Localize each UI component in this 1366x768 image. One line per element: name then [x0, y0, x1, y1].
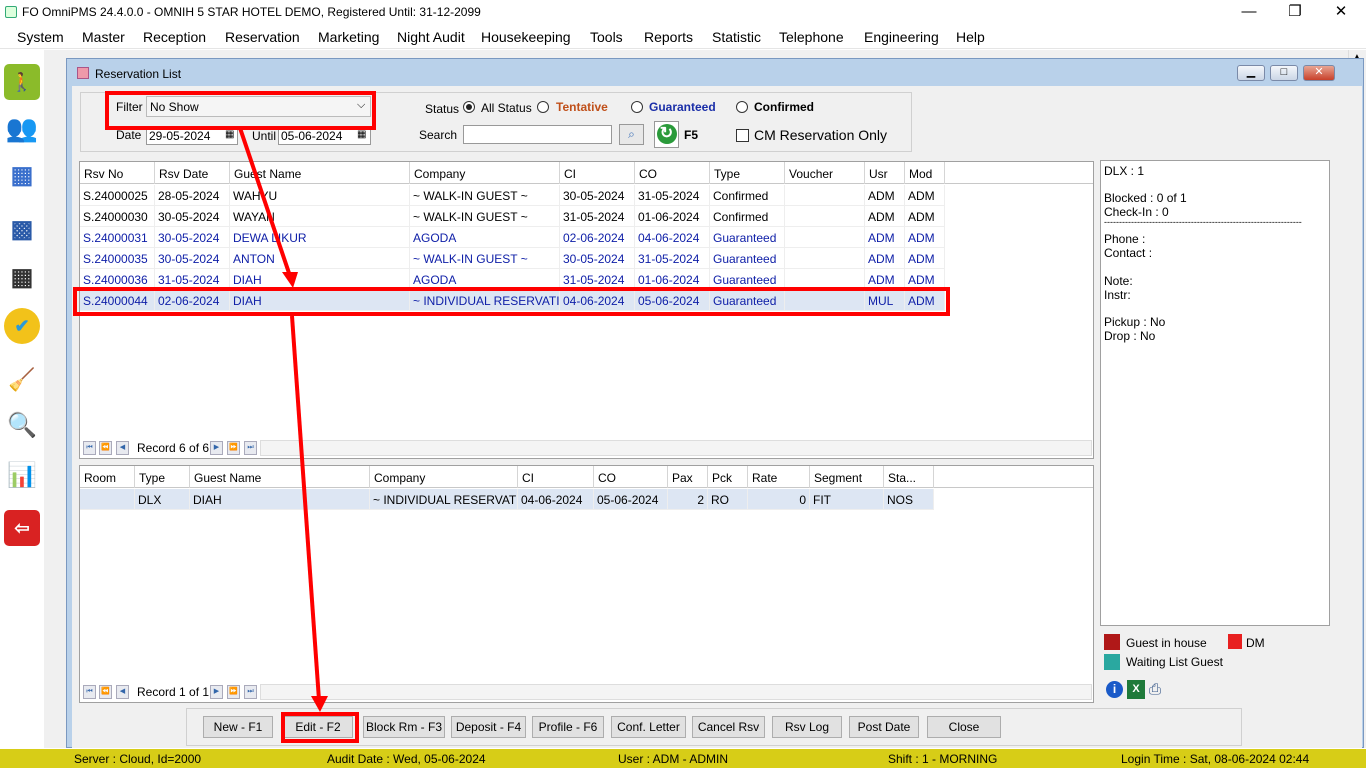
arrowhead-edit: [311, 696, 328, 712]
annotation-arrows: [238, 127, 328, 712]
arrow-row-to-edit: [290, 315, 321, 701]
arrow-filter-to-row: [238, 127, 292, 277]
arrowhead-row: [282, 272, 298, 288]
